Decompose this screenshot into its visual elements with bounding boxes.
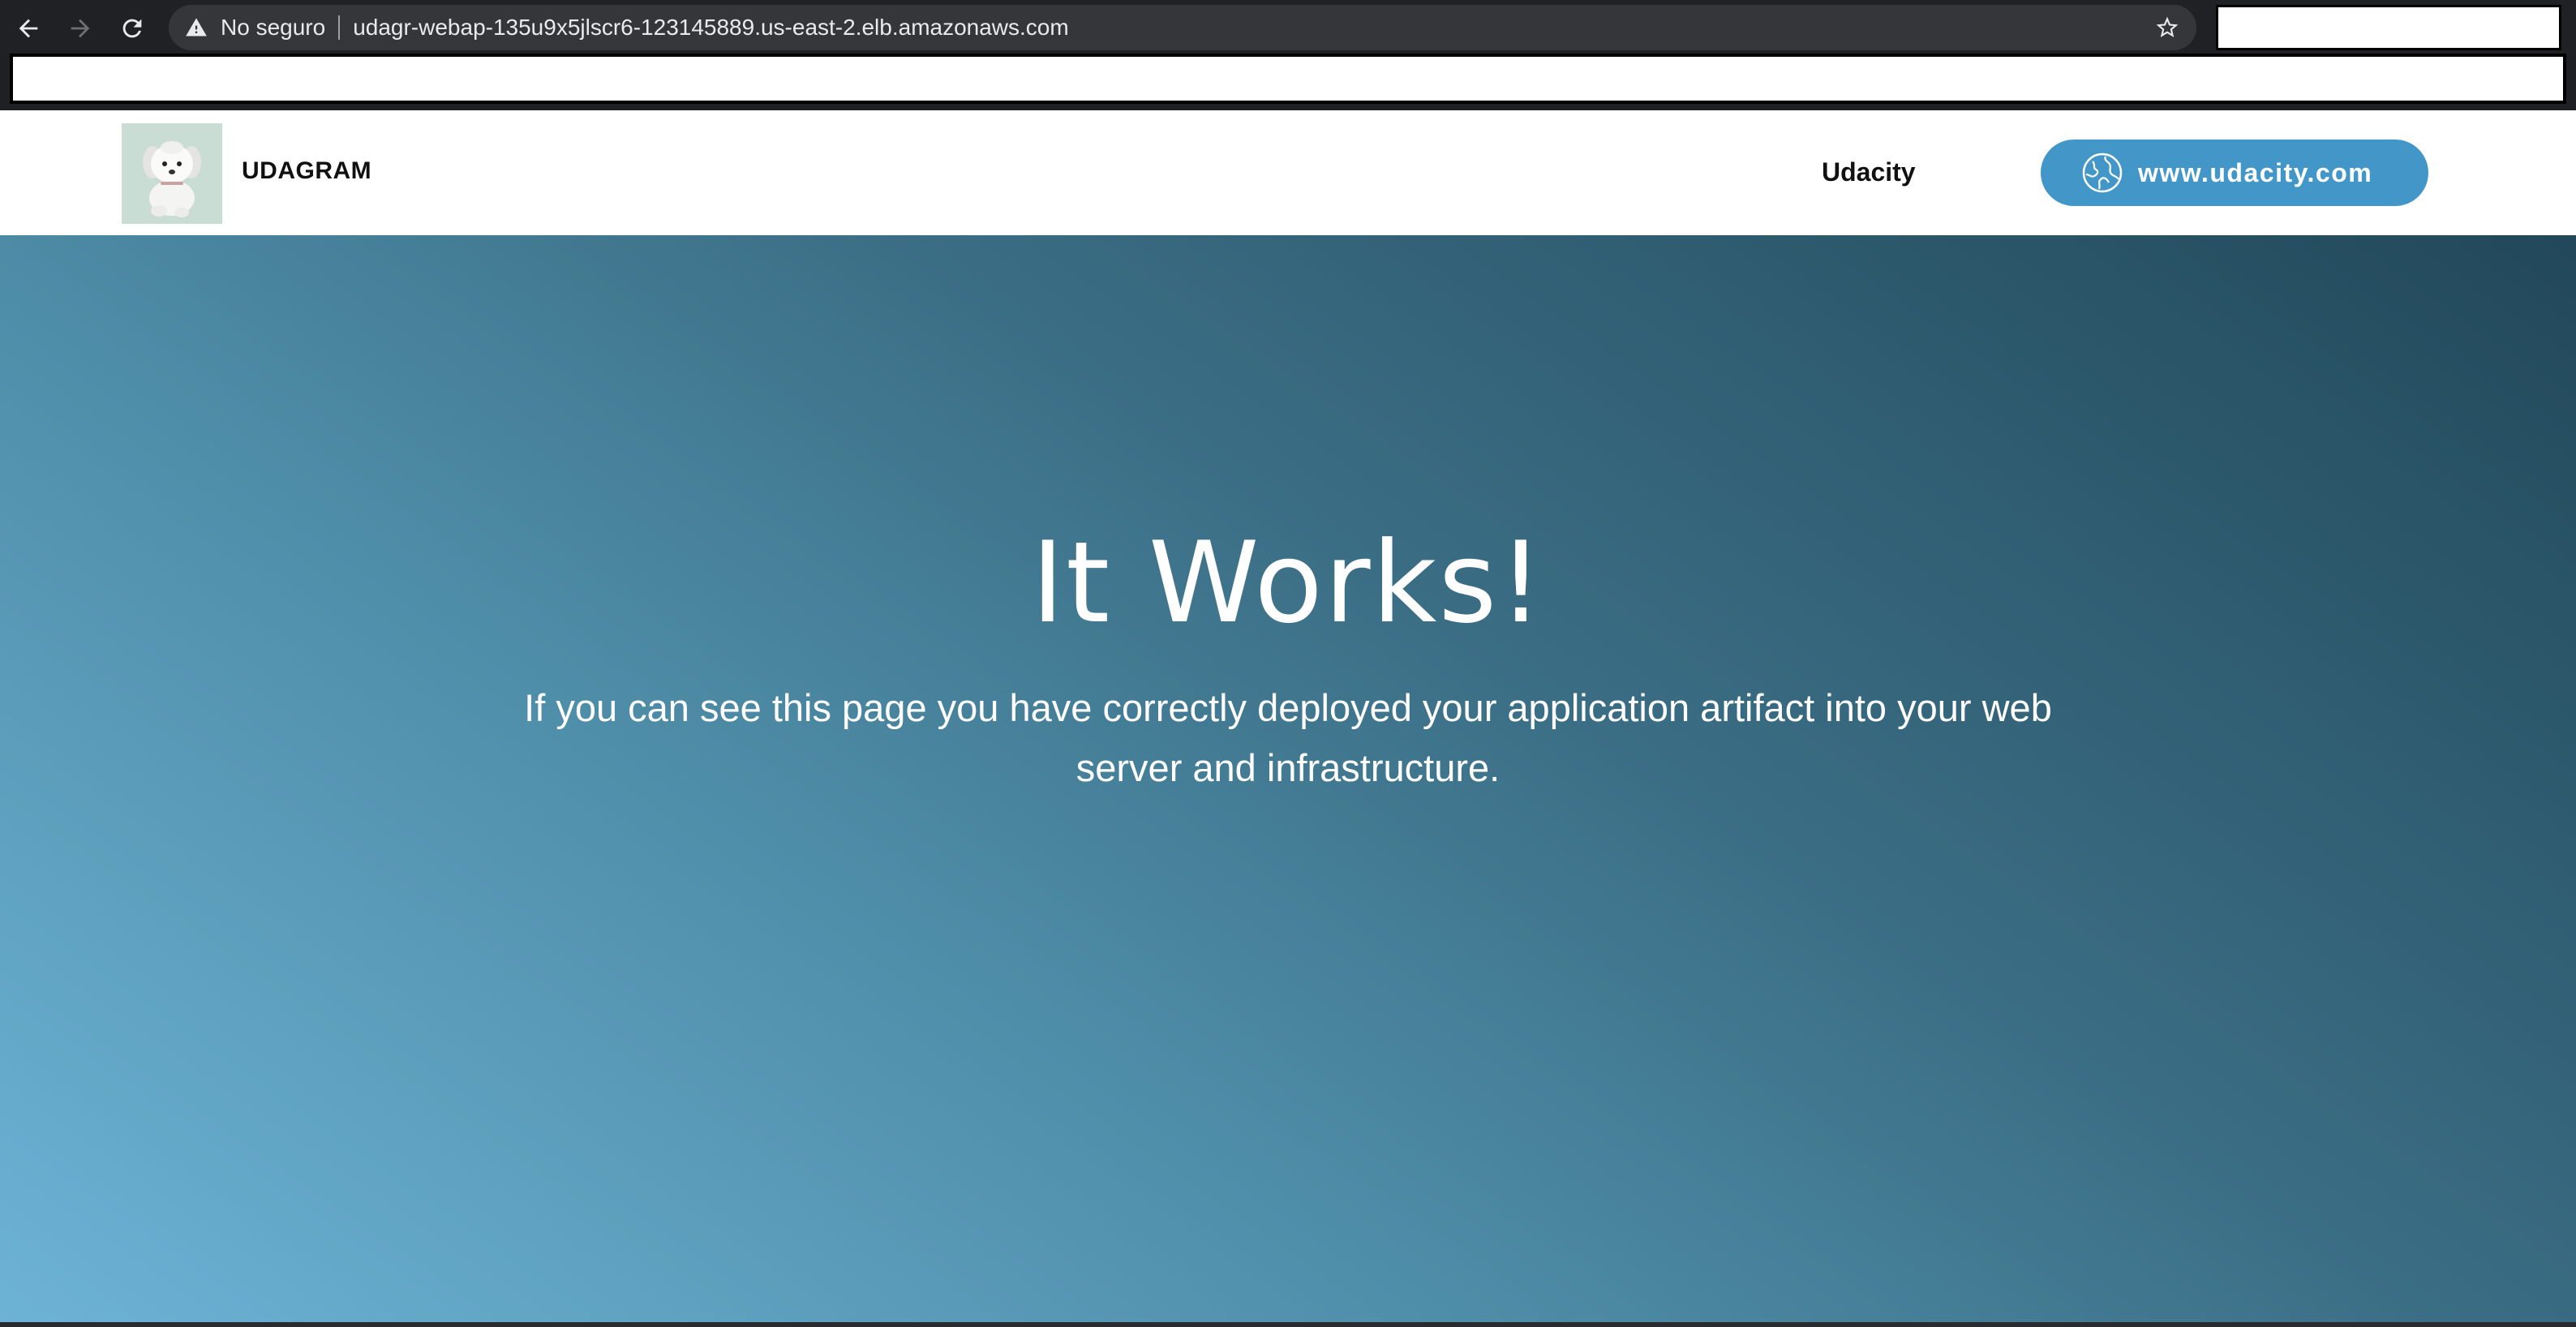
address-bar[interactable]: No seguro udagr-webap-135u9x5jlscr6-1231…: [169, 5, 2196, 50]
back-button[interactable]: [8, 8, 49, 49]
hero-section: It Works! If you can see this page you h…: [0, 235, 2576, 1322]
udacity-site-button[interactable]: www.udacity.com: [2041, 140, 2428, 206]
address-separator: [338, 15, 341, 40]
extension-area[interactable]: [2216, 5, 2561, 50]
security-label: No seguro: [221, 15, 326, 40]
hero-description: If you can see this page you have correc…: [524, 686, 2052, 789]
puppy-logo: [122, 123, 222, 224]
star-icon: [2156, 16, 2179, 37]
brand-logo[interactable]: [122, 123, 222, 224]
brand-name[interactable]: UDAGRAM: [242, 157, 371, 185]
url-text[interactable]: udagr-webap-135u9x5jlscr6-123145889.us-e…: [353, 15, 1069, 41]
page-bottom-edge: [0, 1322, 2576, 1327]
bookmark-button[interactable]: [2149, 10, 2185, 45]
arrow-right-icon: [71, 19, 90, 38]
warning-triangle-icon: [186, 18, 207, 37]
chrome-divider: [0, 104, 2576, 110]
security-indicator[interactable]: No seguro: [169, 5, 325, 50]
reload-icon: [122, 19, 142, 38]
globe-icon: [2081, 152, 2123, 194]
site-navbar: UDAGRAM Udacity www.udacity.com: [0, 110, 2576, 235]
nav-link-udacity[interactable]: Udacity: [1822, 157, 1916, 187]
forward-button[interactable]: [60, 8, 101, 49]
bookmarks-bar: [10, 54, 2566, 104]
udacity-site-button-label: www.udacity.com: [2138, 157, 2373, 187]
reload-button[interactable]: [112, 8, 152, 49]
browser-toolbar: No seguro udagr-webap-135u9x5jlscr6-1231…: [0, 0, 2576, 54]
arrow-left-icon: [19, 19, 38, 38]
hero-title: It Works!: [1031, 517, 1545, 648]
